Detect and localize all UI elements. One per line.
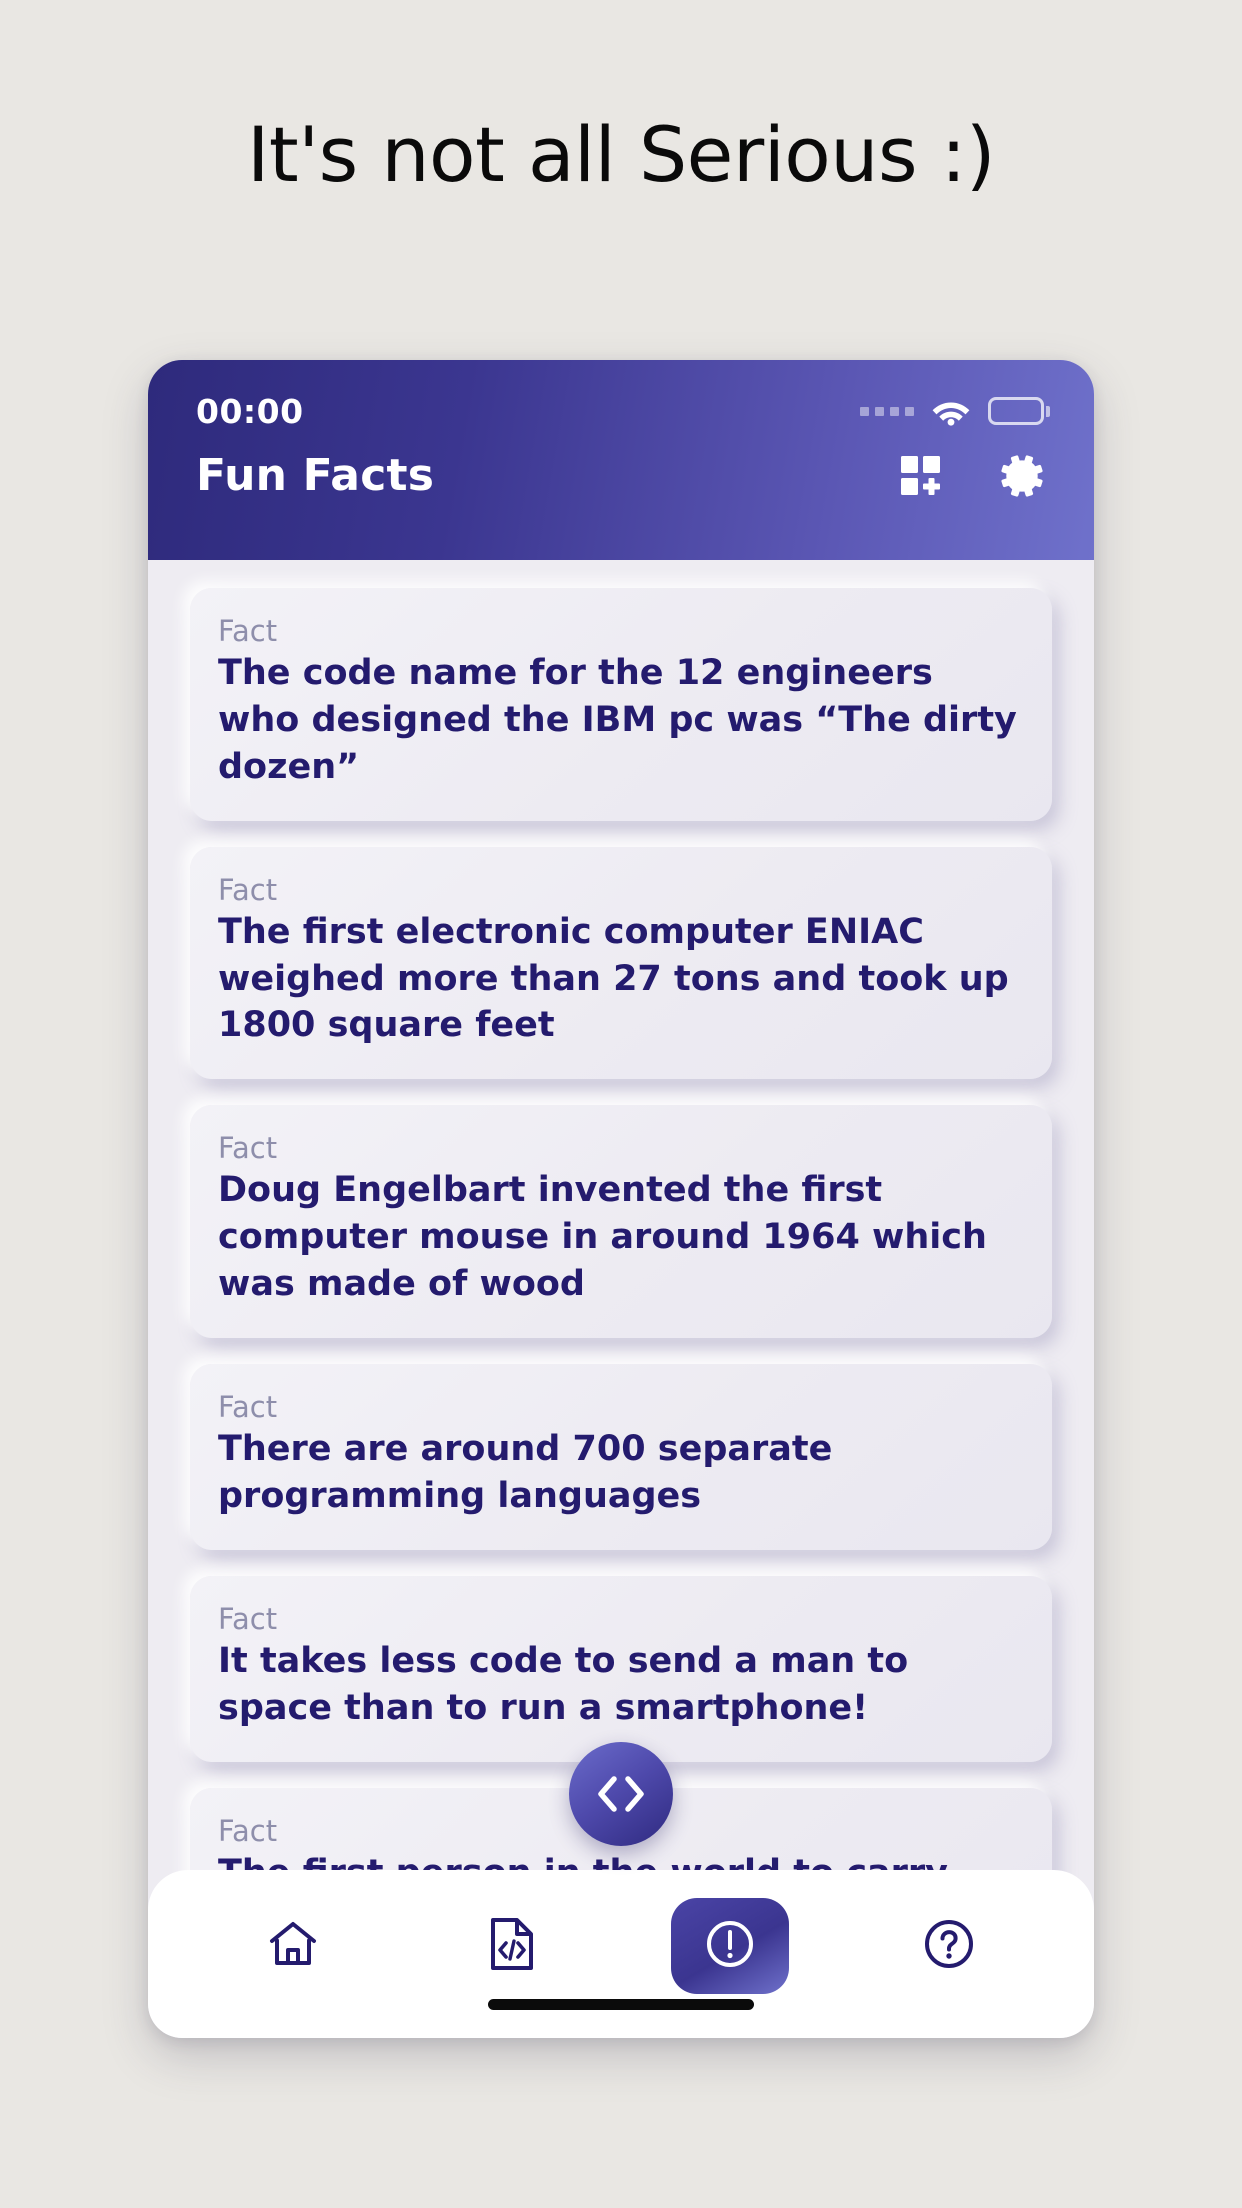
status-time: 00:00 — [196, 391, 304, 431]
nav-help[interactable] — [890, 1898, 1008, 1994]
fact-label: Fact — [218, 1601, 278, 1636]
code-file-icon — [488, 1915, 536, 1978]
fact-text: It takes less code to send a man to spac… — [218, 1640, 909, 1728]
signal-dots-icon — [860, 406, 914, 416]
nav-code[interactable] — [453, 1898, 571, 1994]
wifi-icon — [931, 396, 971, 426]
fact-card[interactable]: Fact Doug Engelbart invented the first c… — [190, 1105, 1052, 1339]
code-brackets-icon — [598, 1776, 644, 1812]
question-circle-icon — [922, 1917, 976, 1976]
page-title: It's not all Serious :) — [247, 110, 995, 199]
app-title: Fun Facts — [196, 450, 435, 501]
fact-card[interactable]: Fact The first electronic computer ENIAC… — [190, 846, 1052, 1080]
status-indicators — [860, 396, 1050, 426]
fact-text: Doug Engelbart invented the first comput… — [218, 1170, 987, 1305]
code-fab[interactable] — [569, 1742, 673, 1846]
app-bar-actions — [898, 452, 1046, 500]
nav-home[interactable] — [234, 1898, 352, 1994]
fact-card[interactable]: Fact The code name for the 12 engineers … — [190, 588, 1052, 821]
nav-facts[interactable] — [671, 1898, 790, 1994]
bottom-navigation — [148, 1870, 1094, 2038]
home-icon — [266, 1917, 320, 1976]
fact-label: Fact — [218, 1390, 278, 1425]
app-bar: 00:00 Fun Facts — [148, 360, 1094, 560]
fact-text: There are around 700 separate programmin… — [218, 1429, 833, 1516]
fact-label: Fact — [218, 614, 278, 648]
grid-plus-icon[interactable] — [898, 453, 944, 499]
phone-mockup: 00:00 Fun Facts Fact The code name for t… — [148, 360, 1094, 2038]
exclamation-circle-icon — [704, 1918, 756, 1975]
fact-card[interactable]: Fact It takes less code to send a man to… — [190, 1575, 1052, 1762]
fact-label: Fact — [218, 872, 278, 907]
battery-full-icon — [988, 397, 1050, 425]
fact-text: The first electronic computer ENIAC weig… — [218, 911, 1009, 1046]
app-bar-row: Fun Facts — [148, 432, 1094, 501]
gear-icon[interactable] — [998, 452, 1046, 500]
fact-text: The code name for the 12 engineers who d… — [218, 653, 1017, 787]
status-bar: 00:00 — [148, 360, 1094, 432]
fact-label: Fact — [218, 1131, 278, 1166]
fact-card[interactable]: Fact There are around 700 separate progr… — [190, 1364, 1052, 1550]
home-indicator[interactable] — [488, 1999, 754, 2010]
